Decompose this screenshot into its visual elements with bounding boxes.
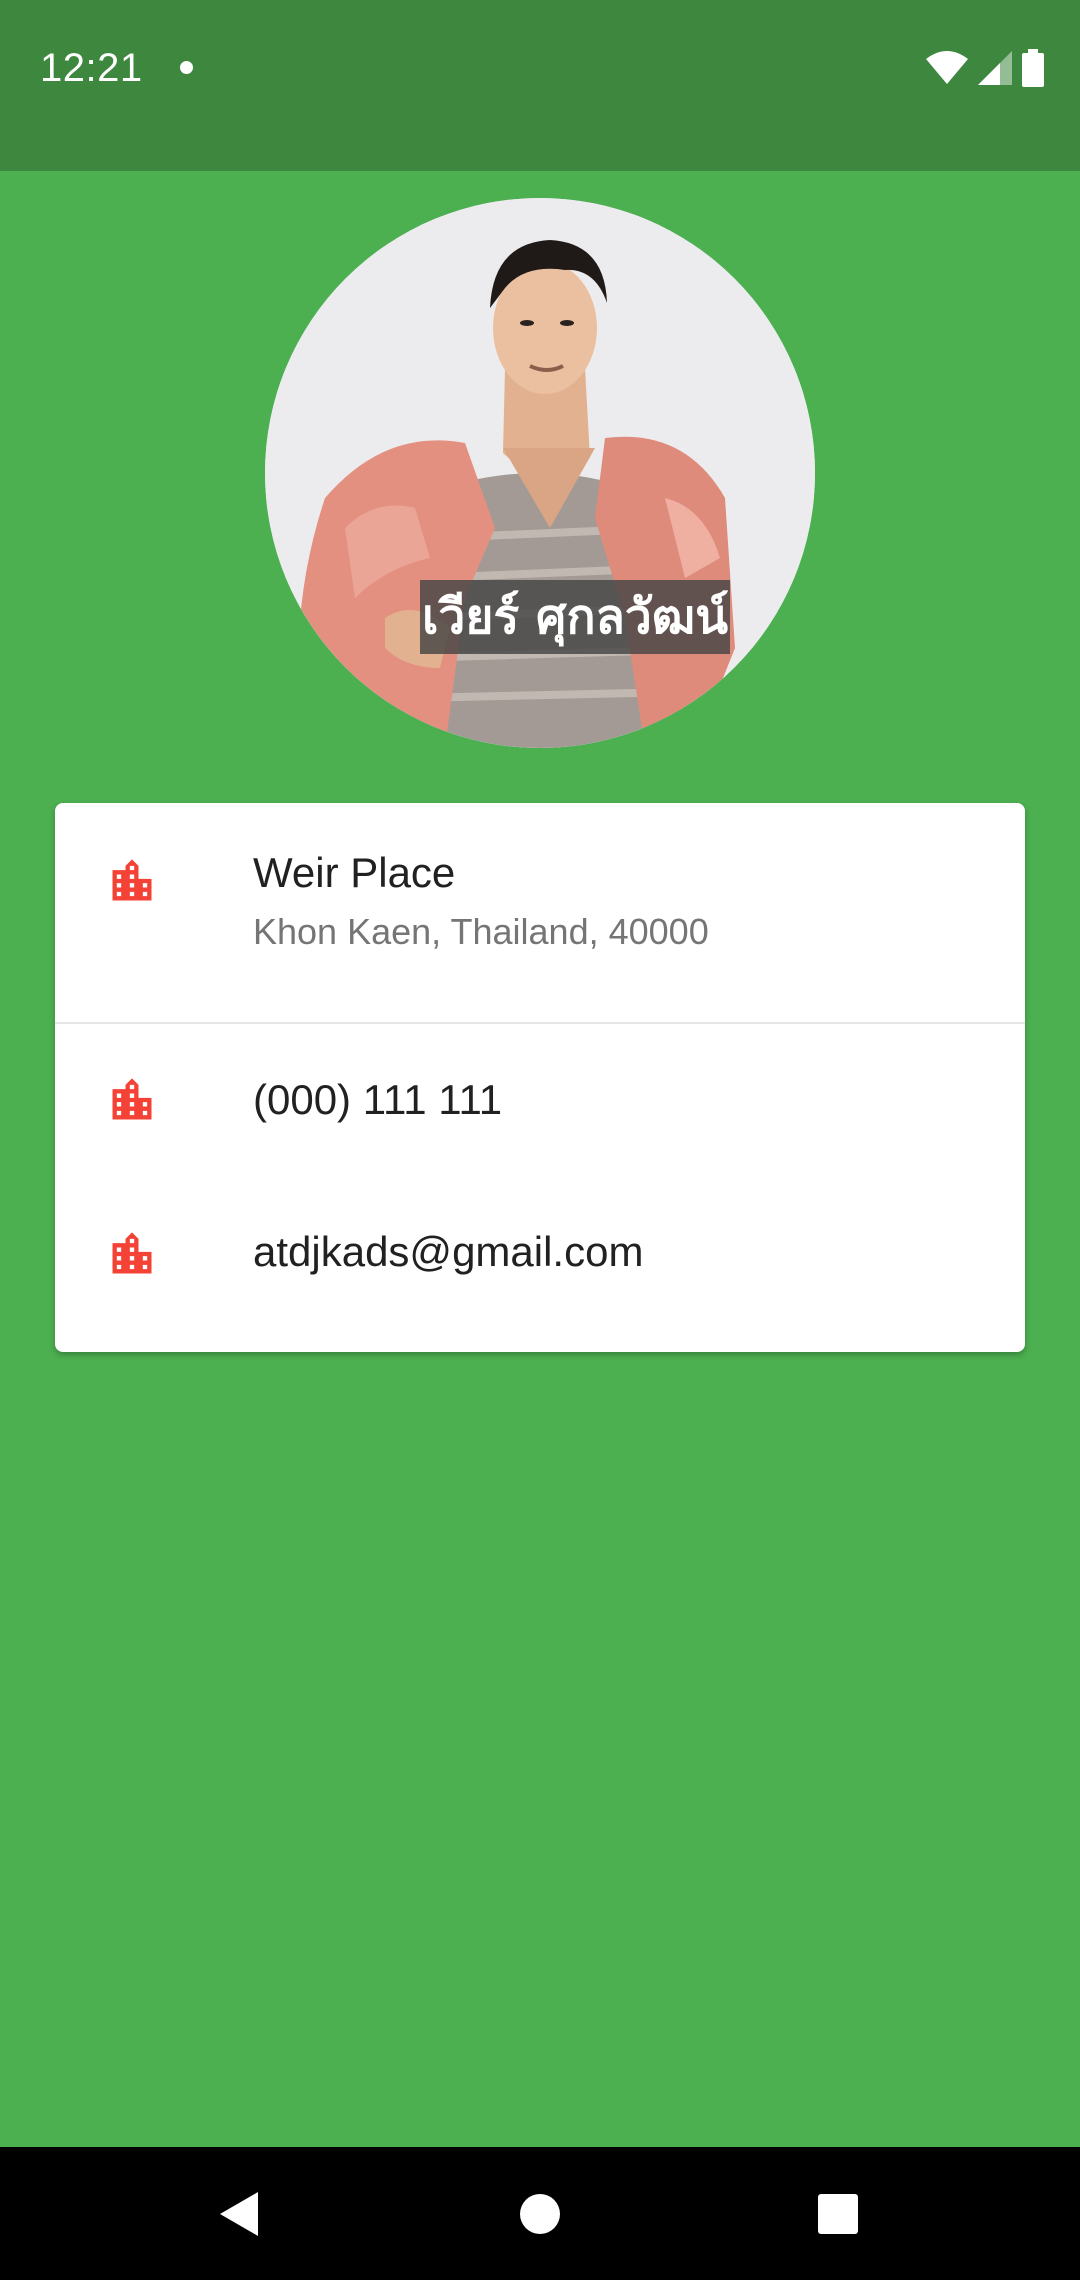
battery-icon xyxy=(1022,49,1044,87)
profile-name-overlay: เวียร์ ศุกลวัฒน์ xyxy=(420,580,731,654)
profile-photo xyxy=(265,198,815,748)
notification-dot-icon xyxy=(180,61,193,74)
wifi-icon xyxy=(926,51,968,85)
recents-button[interactable] xyxy=(778,2147,898,2280)
address-row[interactable]: Weir Place Khon Kaen, Thailand, 40000 xyxy=(55,803,1025,1022)
building-icon xyxy=(106,855,158,907)
address-title: Weir Place xyxy=(253,849,456,896)
contact-card: Weir Place Khon Kaen, Thailand, 40000 (0… xyxy=(55,803,1025,1352)
navigation-bar xyxy=(0,2147,1080,2280)
status-time: 12:21 xyxy=(40,46,143,90)
phone-row[interactable]: (000) 111 111 xyxy=(55,1024,1025,1174)
recents-icon xyxy=(818,2193,858,2234)
back-icon xyxy=(220,2191,258,2236)
email-row[interactable]: atdjkads@gmail.com xyxy=(55,1174,1025,1352)
building-icon xyxy=(106,1074,158,1126)
back-button[interactable] xyxy=(180,2147,300,2280)
status-bar: 12:21 xyxy=(0,0,1080,171)
building-icon xyxy=(106,1228,158,1280)
email-value: atdjkads@gmail.com xyxy=(253,1228,644,1275)
avatar[interactable]: เวียร์ ศุกลวัฒน์ xyxy=(265,198,815,748)
home-icon xyxy=(520,2193,560,2234)
status-icons xyxy=(926,48,1044,88)
address-subtitle: Khon Kaen, Thailand, 40000 xyxy=(253,911,709,952)
phone-value: (000) 111 111 xyxy=(253,1076,503,1123)
home-button[interactable] xyxy=(480,2147,600,2280)
signal-icon xyxy=(978,51,1012,85)
